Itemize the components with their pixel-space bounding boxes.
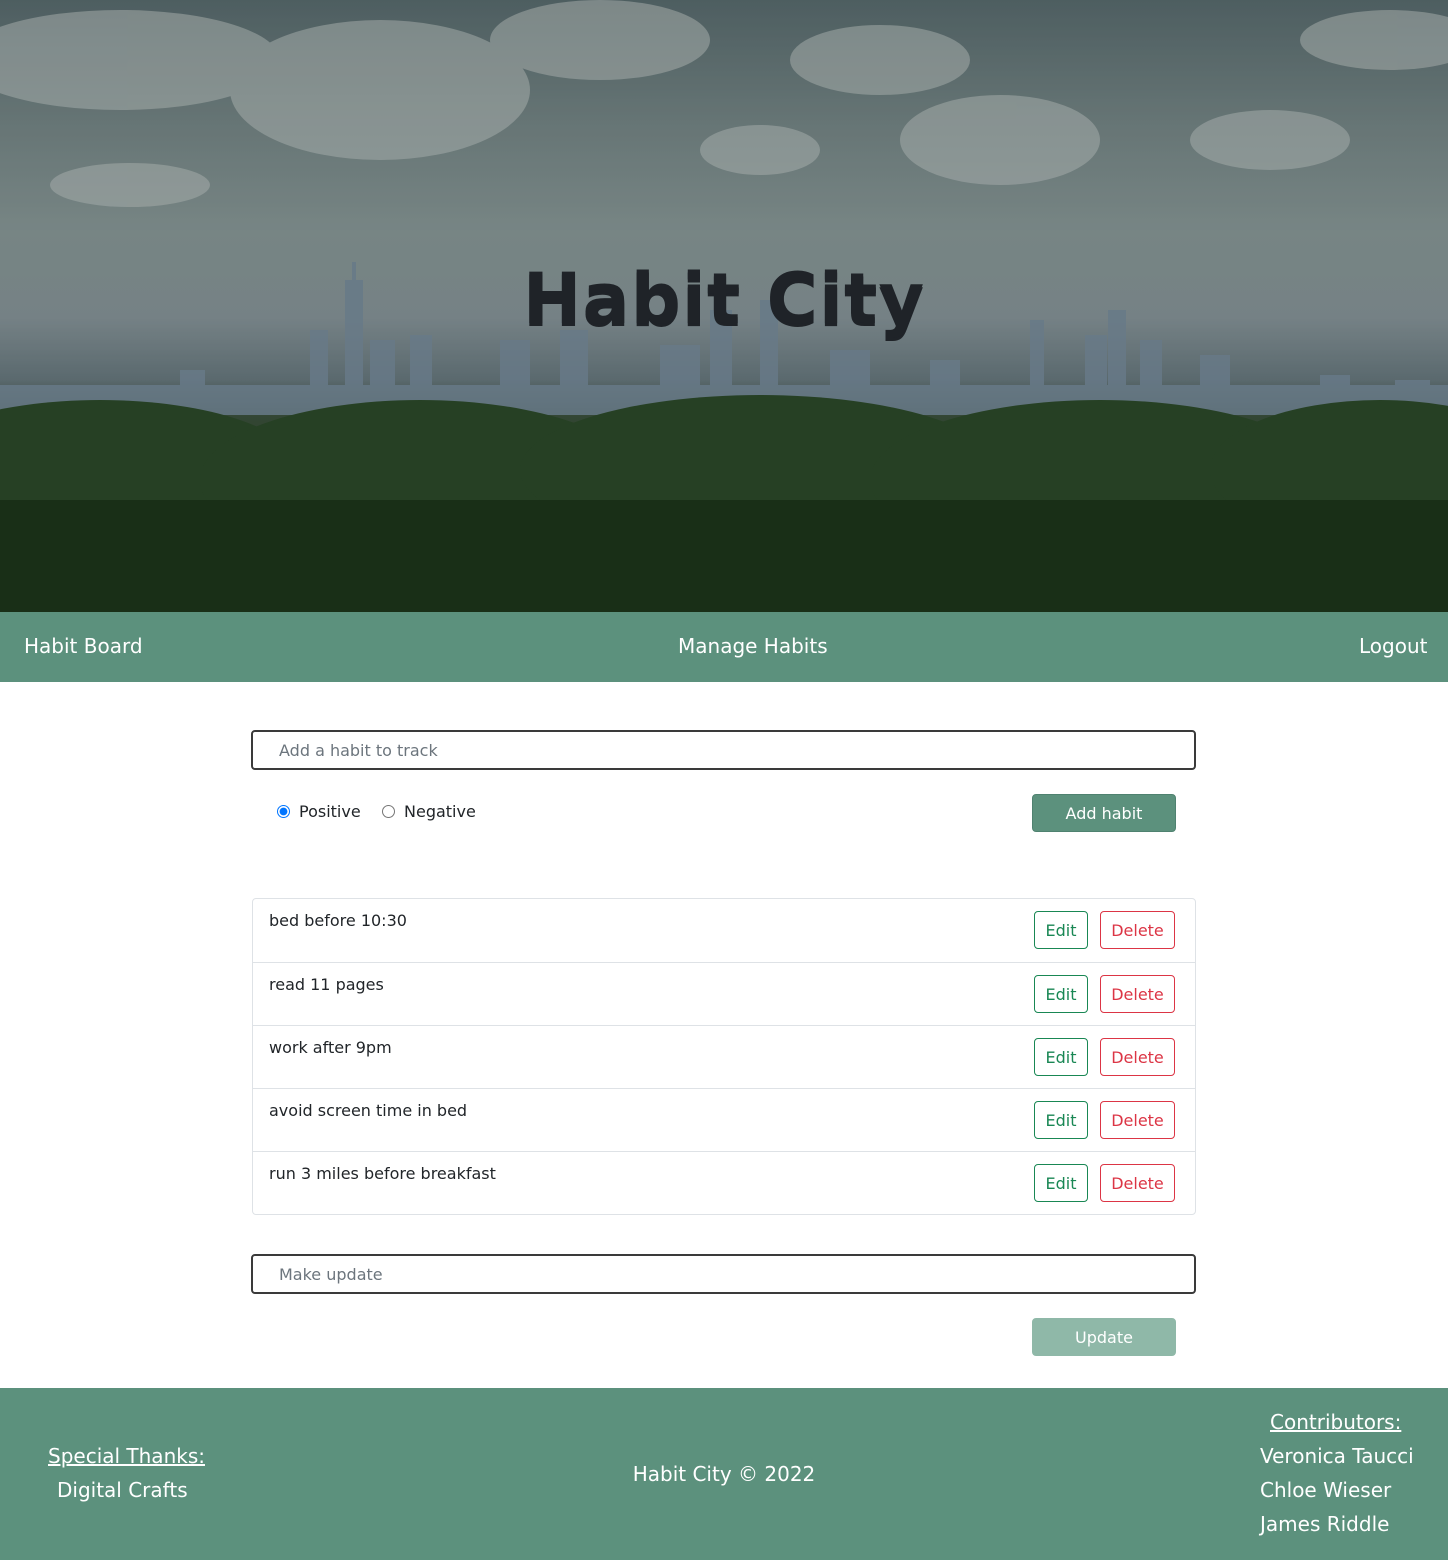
positive-radio[interactable] [277,805,290,818]
edit-habit-button[interactable]: Edit [1034,911,1088,949]
edit-habit-button[interactable]: Edit [1034,1101,1088,1139]
delete-habit-button[interactable]: Delete [1100,975,1175,1013]
negative-radio-option[interactable]: Negative [382,802,476,821]
habit-row: bed before 10:30 Edit Delete [253,899,1195,962]
delete-habit-button[interactable]: Delete [1100,1164,1175,1202]
top-nav: Habit Board Manage Habits Logout [0,612,1448,682]
add-habit-button[interactable]: Add habit [1032,794,1176,832]
negative-radio-label: Negative [404,802,476,821]
habit-list: bed before 10:30 Edit Delete read 11 pag… [252,898,1196,1215]
nav-link-habit-board[interactable]: Habit Board [24,634,143,658]
hero-title: Habit City [522,258,926,340]
footer: Special Thanks: Digital Crafts Habit Cit… [0,1388,1448,1560]
habit-name: run 3 miles before breakfast [269,1164,496,1183]
habit-row: work after 9pm Edit Delete [253,1025,1195,1088]
update-habit-input[interactable] [251,1254,1196,1294]
contributor-name: Chloe Wieser [1260,1478,1392,1502]
copyright-text: Habit City © 2022 [632,1462,816,1486]
add-habit-input[interactable] [251,730,1196,770]
contributor-name: James Riddle [1260,1512,1390,1536]
delete-habit-button[interactable]: Delete [1100,911,1175,949]
edit-habit-button[interactable]: Edit [1034,1038,1088,1076]
positive-radio-option[interactable]: Positive [277,802,361,821]
habit-row: run 3 miles before breakfast Edit Delete [253,1151,1195,1214]
delete-habit-button[interactable]: Delete [1100,1101,1175,1139]
habit-row: avoid screen time in bed Edit Delete [253,1088,1195,1151]
edit-habit-button[interactable]: Edit [1034,1164,1088,1202]
update-button[interactable]: Update [1032,1318,1176,1356]
habit-name: read 11 pages [269,975,384,994]
edit-habit-button[interactable]: Edit [1034,975,1088,1013]
habit-name: work after 9pm [269,1038,392,1057]
negative-radio[interactable] [382,805,395,818]
delete-habit-button[interactable]: Delete [1100,1038,1175,1076]
hero-banner: Habit City [0,0,1448,612]
habit-name: bed before 10:30 [269,911,407,930]
contributor-name: Veronica Taucci [1260,1444,1414,1468]
habit-name: avoid screen time in bed [269,1101,468,1120]
habit-row: read 11 pages Edit Delete [253,962,1195,1025]
positive-radio-label: Positive [299,802,361,821]
nav-link-logout[interactable]: Logout [1359,634,1427,658]
nav-link-manage-habits[interactable]: Manage Habits [678,634,828,658]
contributors-heading: Contributors: [1270,1410,1402,1434]
